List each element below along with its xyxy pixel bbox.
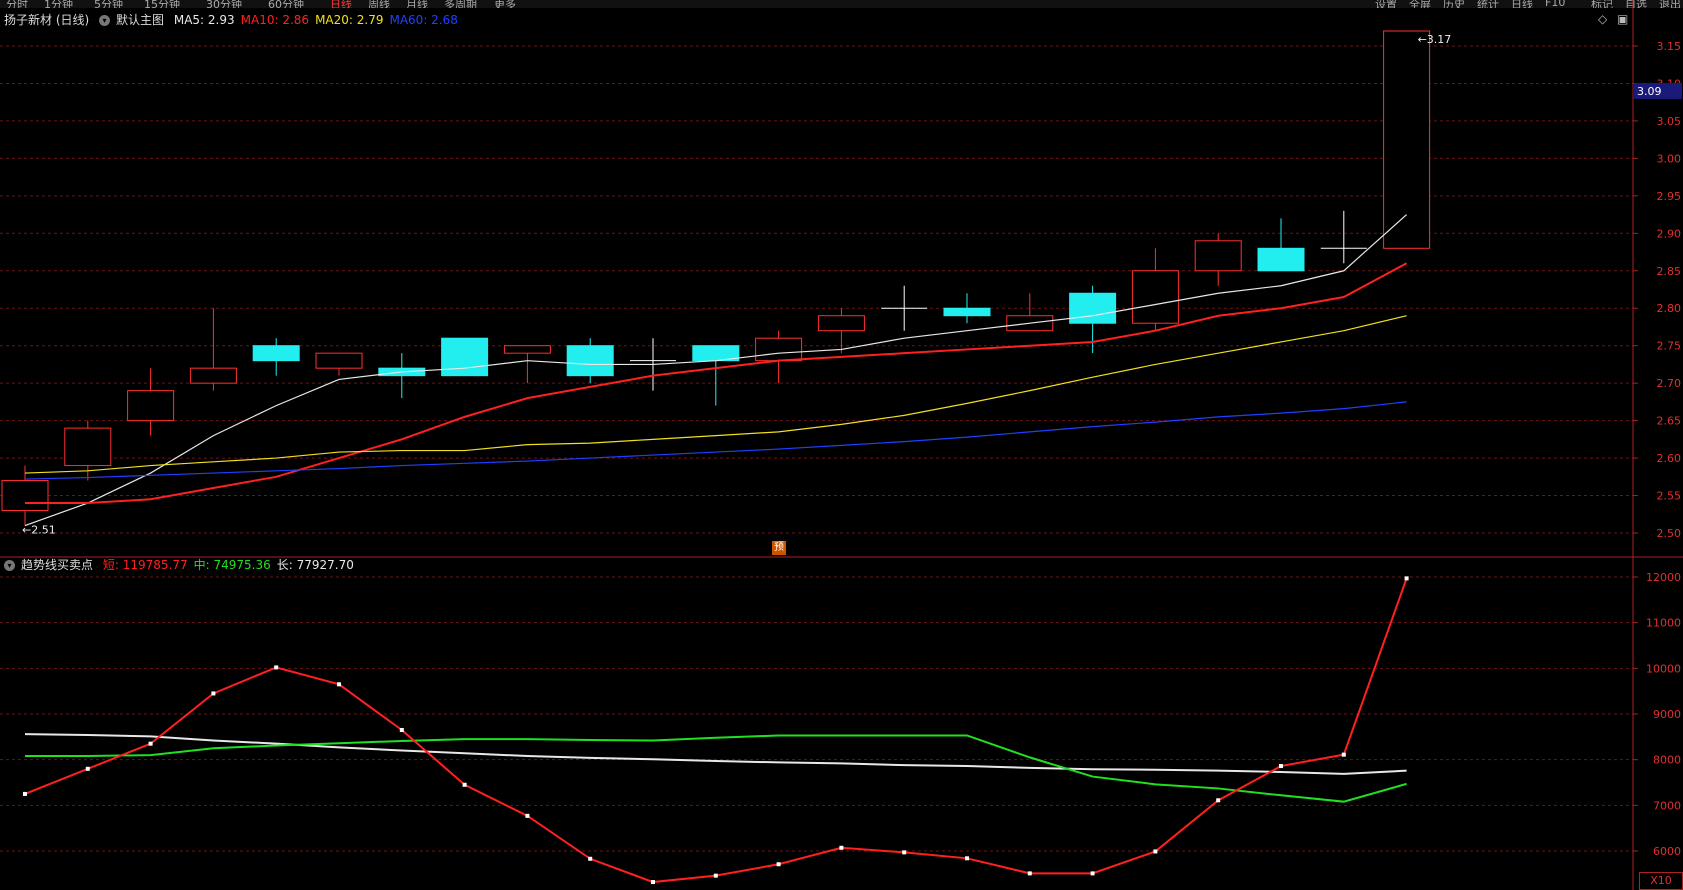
indicator-point [85,766,90,771]
indicator-line-0 [24,578,1408,884]
ma-legend: MA5: 2.93 MA10: 2.86 MA20: 2.79 MA60: 2.68 [174,13,464,27]
sub-tick-label: 12000 [1646,571,1681,584]
candle-body [1,480,49,512]
ma-legend-item: MA20: 2.79 [315,13,384,27]
sub-tick-label: 9000 [1653,708,1681,721]
main-tick-label: 2.60 [1657,452,1682,465]
candle-body [252,345,300,362]
indicator-name[interactable]: 趋势线买卖点 [21,558,93,572]
indicator-value: 短: 119785.77 [102,558,188,572]
indicator-menu-icon[interactable]: ▾ [4,560,15,571]
indicator-point [1279,764,1283,769]
indicator-point [1027,871,1032,876]
indicator-point [525,813,530,818]
sub-tick-label: 8000 [1653,754,1681,767]
ma-legend-item: MA5: 2.93 [173,13,235,27]
indicator-value: 长: 77927.70 [276,558,354,572]
candle-body [943,307,991,317]
candle-body [315,352,363,369]
indicator-point [651,880,655,885]
candle-body [1194,240,1242,272]
sub-tick-label: 10000 [1646,662,1681,675]
main-legend: 扬子新材 (日线) ▾ 默认主图 MA5: 2.93 MA10: 2.86 MA20:… [4,11,470,28]
indicator-line-1 [25,734,1407,803]
candle-body [1383,30,1431,249]
current-price-label: 3.09 [1637,85,1662,98]
main-tick-label: 2.90 [1657,227,1682,240]
candle-body [127,390,175,422]
main-tick-label: 2.95 [1657,190,1682,203]
indicator-point [588,856,593,861]
view-name[interactable]: 默认主图 [116,13,164,27]
indicator-point [337,682,341,687]
low-price-annotation: ←2.51 [22,524,56,537]
ma-line-ma60 [24,401,1407,480]
diamond-icon[interactable]: ◇ [1598,12,1607,26]
main-tick-label: 2.80 [1657,302,1682,315]
view-menu-icon[interactable]: ▾ [99,15,111,26]
indicator-point [1404,576,1409,581]
main-tick-label: 3.00 [1657,152,1682,165]
candle-body [1131,270,1179,324]
main-tick-label: 2.65 [1657,415,1682,428]
main-tick-label: 2.75 [1657,340,1682,353]
candle-body [64,427,112,467]
sub-tick-label: 7000 [1653,799,1681,812]
indicator-value: 中: 74975.36 [193,558,271,572]
ma-legend-item: MA10: 2.86 [240,13,310,27]
indicator-point [1090,871,1095,876]
indicator-point [776,862,781,867]
indicator-point [713,873,718,878]
sub-tick-label: 11000 [1646,617,1681,630]
indicator-point [1153,849,1158,854]
main-tick-label: 3.05 [1657,115,1682,128]
indicator-point [1341,752,1346,757]
sub-legend: ▾ 趋势线买卖点 短: 119785.77 中: 74975.36 长: 77927.… [4,556,366,573]
main-tick-label: 3.15 [1657,40,1682,53]
candle-body [1257,247,1305,272]
candle-body [189,367,237,384]
stock-label: 扬子新材 (日线) [4,13,90,27]
kline-chart: ←3.17←2.51 3.153.103.053.002.952.902.852… [0,0,1683,890]
indicator-point [23,791,27,796]
indicator-point [965,856,969,861]
pre-market-badge: 预 [772,541,786,555]
panel-toggle-icon[interactable]: ▣ [1617,12,1628,26]
indicator-point [211,691,216,696]
main-tick-label: 2.85 [1657,265,1682,278]
high-price-annotation: ←3.17 [1418,33,1452,46]
indicator-values: 短: 119785.77 中: 74975.36 长: 77927.70 [103,558,360,572]
main-tick-label: 2.50 [1657,527,1682,540]
candle-body [755,337,803,362]
candle-body [1069,292,1117,324]
main-tick-label: 2.70 [1657,377,1682,390]
sub-tick-label: 6000 [1653,845,1681,858]
indicator-point [462,782,467,787]
candle-body [441,337,489,377]
indicator-point [839,845,844,850]
candle-body [817,315,865,332]
indicator-point [902,850,907,855]
indicator-point [274,665,279,670]
indicator-point [148,741,153,746]
candle-body [503,345,551,354]
indicator-point [399,727,404,732]
indicator-line-2 [24,733,1407,775]
indicator-point [1216,798,1221,803]
ma-legend-item: MA60: 2.68 [389,13,458,27]
candle-body [566,345,614,377]
scale-badge[interactable]: X10 [1639,872,1683,890]
main-tick-label: 2.55 [1657,490,1682,503]
